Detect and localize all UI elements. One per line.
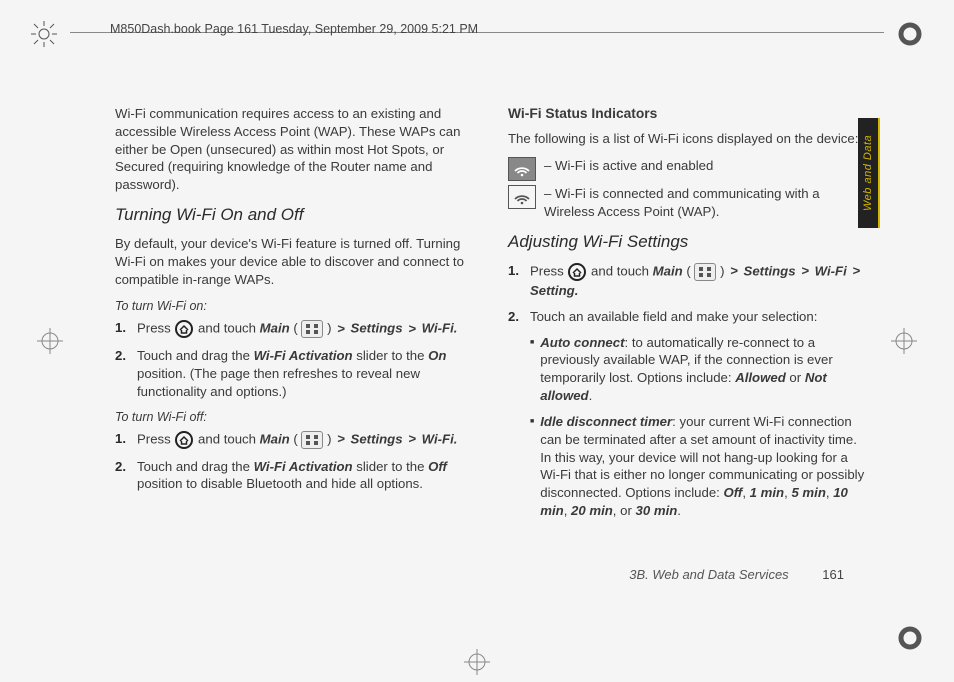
steps-adjust: 1. Press and touch Main ( ) > Settings: [508, 262, 869, 528]
home-icon: [174, 319, 194, 339]
status-row-active: – Wi-Fi is active and enabled: [508, 157, 869, 181]
crop-mark-cross-icon: [461, 646, 493, 678]
status-intro: The following is a list of Wi-Fi icons d…: [508, 130, 869, 148]
step-number: 2.: [115, 458, 131, 494]
steps-turn-on: 1. Press and touch Main ( ) > Settings: [115, 319, 476, 400]
page-content: Wi-Fi communication requires access to a…: [115, 105, 869, 552]
crop-mark-ring-icon: [894, 18, 926, 50]
page-footer: 3B. Web and Data Services 161: [629, 567, 844, 582]
step-number: 1.: [115, 430, 131, 450]
step-body: Touch and drag the Wi-Fi Activation slid…: [137, 458, 476, 494]
crop-mark-cross-icon: [888, 325, 920, 357]
step-number: 1.: [115, 319, 131, 339]
heading-adjusting-settings: Adjusting Wi-Fi Settings: [508, 231, 869, 254]
heading-status-indicators: Wi-Fi Status Indicators: [508, 105, 869, 124]
main-menu-icon: [301, 320, 323, 338]
crop-mark-ring-icon: [894, 622, 926, 654]
step-body: Touch an available field and make your s…: [530, 308, 869, 528]
label-turn-off: To turn Wi-Fi off:: [115, 409, 476, 426]
home-icon: [567, 262, 587, 282]
intro-paragraph: Wi-Fi communication requires access to a…: [115, 105, 476, 194]
crop-mark-cross-icon: [34, 325, 66, 357]
label-turn-on: To turn Wi-Fi on:: [115, 298, 476, 315]
main-menu-icon: [694, 263, 716, 281]
home-icon: [174, 430, 194, 450]
list-item: Idle disconnect timer: your current Wi-F…: [530, 413, 869, 520]
right-column: Wi-Fi Status Indicators The following is…: [508, 105, 869, 552]
step-body: Touch and drag the Wi-Fi Activation slid…: [137, 347, 476, 400]
footer-section: 3B. Web and Data Services: [629, 567, 788, 582]
step-number: 1.: [508, 262, 524, 300]
list-item: Auto connect: to automatically re-connec…: [530, 334, 869, 405]
step-number: 2.: [115, 347, 131, 400]
wifi-active-icon: [508, 157, 536, 181]
main-menu-icon: [301, 431, 323, 449]
crop-mark-sun-icon: [28, 18, 60, 50]
wifi-connected-icon: [508, 185, 536, 209]
steps-turn-off: 1. Press and touch Main ( ) > Settings: [115, 430, 476, 494]
step-number: 2.: [508, 308, 524, 528]
pdf-header: M850Dash.book Page 161 Tuesday, Septembe…: [110, 22, 478, 36]
options-list: Auto connect: to automatically re-connec…: [530, 334, 869, 520]
heading-turning-wifi: Turning Wi-Fi On and Off: [115, 204, 476, 227]
step-body: Press and touch Main ( ) > Settings > Wi…: [137, 319, 476, 339]
left-column: Wi-Fi communication requires access to a…: [115, 105, 476, 552]
status-row-connected: – Wi-Fi is connected and communicating w…: [508, 185, 869, 221]
step-body: Press and touch Main ( ) > Settings > Wi…: [137, 430, 476, 450]
step-body: Press and touch Main ( ) > Settings > Wi…: [530, 262, 869, 300]
footer-page-number: 161: [822, 567, 844, 582]
wifi-default-paragraph: By default, your device's Wi-Fi feature …: [115, 235, 476, 288]
